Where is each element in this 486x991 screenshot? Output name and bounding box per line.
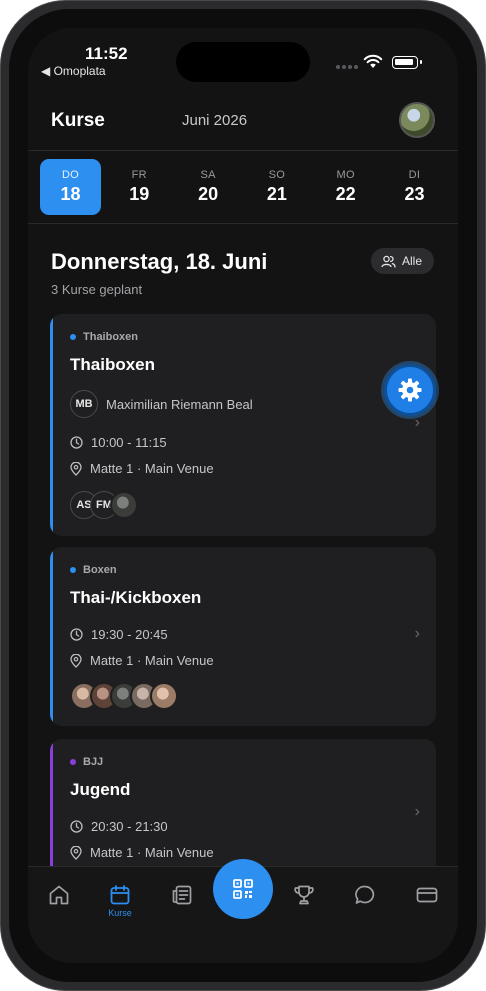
day-date: 21 [266, 184, 287, 204]
chevron-right-icon: › [414, 414, 420, 431]
profile-avatar[interactable] [399, 102, 435, 138]
card-icon [416, 887, 438, 903]
status-time: 11:52 [85, 44, 128, 63]
course-location: Matte 1 · Main Venue [90, 845, 214, 860]
day-date: 19 [129, 184, 150, 204]
course-title: Jugend [70, 780, 131, 799]
card-accent-bar [50, 547, 53, 726]
day-sunday[interactable]: SO 21 [246, 159, 307, 215]
tab-news[interactable] [162, 883, 202, 907]
day-date: 18 [60, 184, 81, 204]
dynamic-island [176, 42, 310, 82]
location-pin-icon [70, 461, 82, 476]
chevron-right-icon: › [414, 803, 420, 820]
location-row: Matte 1 · Main Venue [70, 461, 214, 476]
back-to-app-link[interactable]: ◀ Omoplata [41, 64, 106, 78]
day-date: 23 [404, 184, 425, 204]
tab-chat[interactable] [345, 883, 385, 907]
day-date: 22 [335, 184, 356, 204]
gear-icon [398, 378, 422, 402]
participant-avatar [110, 491, 138, 519]
tab-courses[interactable]: Kurse [100, 883, 140, 918]
participant-avatars [70, 682, 178, 710]
course-title: Thai-/Kickboxen [70, 588, 202, 607]
time-row: 19:30 - 20:45 [70, 627, 168, 642]
tab-home[interactable] [39, 883, 79, 907]
course-count: 3 Kurse geplant [51, 282, 143, 297]
location-pin-icon [70, 653, 82, 668]
day-thursday[interactable]: DO 18 [40, 159, 101, 215]
signal-icon [336, 65, 358, 69]
category-label: Boxen [83, 564, 117, 576]
trophy-icon [294, 885, 314, 905]
header-divider [28, 150, 458, 151]
clock-icon [70, 436, 83, 449]
trainer-name: Maximilian Riemann Beal [106, 396, 253, 412]
month-label[interactable]: Juni 2026 [182, 112, 247, 129]
course-time: 20:30 - 21:30 [91, 819, 168, 834]
category-dot [70, 567, 76, 573]
app-screen: 11:52 ◀ Omoplata Kurse Juni 2026 DO 18 F… [28, 28, 458, 963]
course-card[interactable]: Thaiboxen Thaiboxen MB Maximilian Rieman… [50, 314, 436, 536]
day-monday[interactable]: MO 22 [315, 159, 376, 215]
location-row: Matte 1 · Main Venue [70, 653, 214, 668]
day-date: 20 [198, 184, 219, 204]
chevron-right-icon: › [414, 625, 420, 642]
location-pin-icon [70, 845, 82, 860]
course-location: Matte 1 · Main Venue [90, 461, 214, 476]
day-name: DI [408, 169, 421, 181]
battery-icon [392, 56, 422, 69]
course-category: Boxen [70, 564, 117, 576]
wifi-icon [363, 54, 383, 68]
day-name: FR [131, 169, 147, 181]
day-name: SA [200, 169, 216, 181]
category-dot [70, 759, 76, 765]
trainer-row: MB Maximilian Riemann Beal [70, 390, 253, 418]
home-icon [49, 885, 69, 905]
tab-trophy[interactable] [284, 883, 324, 907]
selected-date-heading: Donnerstag, 18. Juni [51, 249, 268, 274]
course-card[interactable]: Boxen Thai-/Kickboxen 19:30 - 20:45 Matt… [50, 547, 436, 726]
news-icon [172, 885, 192, 905]
filter-label: Alle [402, 254, 423, 268]
course-time: 10:00 - 11:15 [91, 435, 167, 450]
calendar-icon [110, 885, 130, 905]
course-title: Thaiboxen [70, 355, 156, 374]
day-name: DO [61, 169, 80, 181]
day-saturday[interactable]: SA 20 [178, 159, 239, 215]
tab-label: Kurse [108, 908, 132, 918]
location-row: Matte 1 · Main Venue [70, 845, 214, 860]
course-location: Matte 1 · Main Venue [90, 653, 214, 668]
day-name: SO [268, 169, 286, 181]
tab-membership[interactable] [407, 883, 447, 907]
clock-icon [70, 628, 83, 641]
course-category: Thaiboxen [70, 331, 138, 343]
participant-avatars: AS FM [70, 491, 138, 519]
day-friday[interactable]: FR 19 [109, 159, 170, 215]
qr-scan-button[interactable] [213, 859, 273, 919]
trainer-avatar: MB [70, 390, 98, 418]
category-label: BJJ [83, 756, 104, 768]
participant-avatar [150, 682, 178, 710]
users-icon [381, 255, 396, 268]
settings-fab[interactable] [384, 364, 436, 416]
day-name: MO [336, 169, 355, 181]
time-row: 20:30 - 21:30 [70, 819, 168, 834]
chat-icon [355, 885, 375, 904]
course-time: 19:30 - 20:45 [91, 627, 168, 642]
clock-icon [70, 820, 83, 833]
page-title: Kurse [51, 110, 105, 131]
filter-button[interactable]: Alle [371, 248, 435, 274]
category-label: Thaiboxen [83, 331, 139, 343]
qr-code-icon [233, 879, 253, 899]
card-accent-bar [50, 314, 53, 536]
day-tuesday[interactable]: DI 23 [384, 159, 445, 215]
time-row: 10:00 - 11:15 [70, 435, 167, 450]
course-category: BJJ [70, 756, 103, 768]
day-selector: DO 18 FR 19 SA 20 SO 21 MO 22 DI 23 [40, 159, 445, 215]
days-divider [28, 223, 458, 224]
category-dot [70, 334, 76, 340]
